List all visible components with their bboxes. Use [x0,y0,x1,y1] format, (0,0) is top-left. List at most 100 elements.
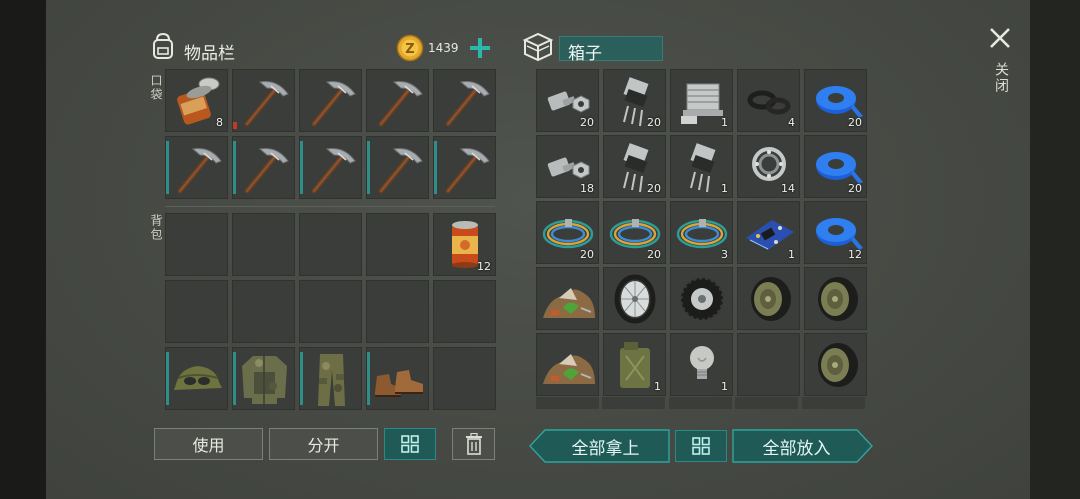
scrap-pile-icon [543,354,595,384]
item-count: 1 [654,380,661,393]
use-button[interactable]: 使用 [154,428,263,460]
item-count: 1 [788,248,795,261]
pocket-divider [165,206,495,207]
item-slot-spoked-wheel[interactable] [603,267,666,330]
box-title: 箱子 [568,44,602,64]
empty-slot[interactable] [737,333,800,396]
close-button[interactable]: 关闭 [985,22,1015,102]
item-count: 20 [647,182,661,195]
item-slot-pickaxe[interactable] [299,69,362,132]
item-slot-scrap-pile[interactable] [536,333,599,396]
pickaxe-icon [177,148,222,194]
item-slot-jerrycan[interactable]: 1 [603,333,666,396]
item-slot-pickaxe[interactable] [299,136,362,199]
split-button[interactable]: 分开 [269,428,378,460]
item-slot-wire-coil[interactable]: 3 [670,201,733,264]
item-slot-camo-jacket[interactable] [232,347,295,410]
item-slot-pickaxe[interactable] [366,69,429,132]
item-count: 4 [788,116,795,129]
empty-slot[interactable] [165,280,228,343]
item-count: 8 [216,116,223,129]
item-slot-wire-coil[interactable]: 20 [536,201,599,264]
box-grid-next-row-peek [535,397,867,409]
plus-icon [470,38,490,58]
item-count: 20 [647,248,661,261]
item-count: 14 [781,182,795,195]
item-count: 20 [848,182,862,195]
empty-slot[interactable] [232,280,295,343]
item-count: 1 [721,380,728,393]
item-count: 18 [580,182,594,195]
screen-bezel-left [0,0,46,499]
item-count: 20 [580,116,594,129]
screen-bezel-right [1030,0,1080,499]
empty-slot[interactable] [232,213,295,276]
item-slot-scrap-pile[interactable] [536,267,599,330]
inventory-sort-button[interactable] [384,428,436,460]
empty-slot[interactable] [366,213,429,276]
pickaxe-icon [311,148,356,194]
put-all-button[interactable]: 全部放入 [732,429,873,463]
military-cap-icon [174,366,222,390]
close-label: 关闭 [993,62,1009,94]
item-slot-light-bulb[interactable]: 1 [670,333,733,396]
empty-slot[interactable] [299,213,362,276]
item-slot-canned-food[interactable]: 8 [165,69,228,132]
empty-slot[interactable] [299,280,362,343]
empty-slot[interactable] [433,347,496,410]
pickaxe-icon [378,148,423,194]
item-slot-blue-tape[interactable]: 20 [804,69,867,132]
item-slot-pickaxe[interactable] [232,69,295,132]
item-slot-pickaxe[interactable] [366,136,429,199]
item-slot-transistor[interactable]: 20 [603,69,666,132]
item-slot-camo-pants[interactable] [299,347,362,410]
item-slot-green-wheel[interactable] [804,333,867,396]
item-slot-bearing[interactable]: 14 [737,135,800,198]
pickaxe-icon [244,148,289,194]
item-count: 20 [580,248,594,261]
empty-slot[interactable] [165,213,228,276]
item-slot-bolt-nut[interactable]: 18 [536,135,599,198]
coin-icon: Z [396,34,424,62]
camo-jacket-icon [242,356,287,404]
green-wheel-icon [818,277,858,321]
item-slot-pickaxe[interactable] [433,136,496,199]
item-slot-rubber-ring[interactable]: 4 [737,69,800,132]
backpack-label: 背包 [149,214,163,242]
trash-button[interactable] [452,428,495,460]
item-slot-tire[interactable] [670,267,733,330]
item-slot-circuit-board[interactable]: 1 [737,201,800,264]
item-count: 12 [848,248,862,261]
trash-icon [465,433,482,455]
crate-icon [521,30,555,64]
box-title-field[interactable]: 箱子 [559,36,663,64]
item-slot-engine-block[interactable]: 1 [670,69,733,132]
pocket-label: 口袋 [149,74,163,102]
item-slot-wire-coil[interactable]: 20 [603,201,666,264]
item-slot-pickaxe[interactable] [433,69,496,132]
take-all-label: 全部拿上 [571,438,640,459]
item-slot-military-cap[interactable] [165,347,228,410]
empty-slot[interactable] [433,280,496,343]
item-count: 20 [848,116,862,129]
item-slot-green-wheel[interactable] [737,267,800,330]
pickaxe-icon [445,148,490,194]
item-count: 1 [721,116,728,129]
item-slot-boots[interactable] [366,347,429,410]
item-slot-pickaxe[interactable] [232,136,295,199]
item-slot-pickaxe[interactable] [165,136,228,199]
coin-count: 1439 [428,41,459,55]
item-slot-food-can[interactable]: 12 [433,213,496,276]
box-sort-button[interactable] [675,430,727,462]
item-slot-blue-tape[interactable]: 20 [804,135,867,198]
empty-slot[interactable] [366,280,429,343]
item-slot-transistor[interactable]: 20 [603,135,666,198]
item-slot-blue-tape[interactable]: 12 [804,201,867,264]
item-count: 20 [647,116,661,129]
take-all-button[interactable]: 全部拿上 [529,429,670,463]
item-slot-transistor[interactable]: 1 [670,135,733,198]
grid-icon [692,437,710,455]
item-slot-green-wheel[interactable] [804,267,867,330]
item-slot-bolt-nut[interactable]: 20 [536,69,599,132]
add-coins-button[interactable] [467,35,493,61]
